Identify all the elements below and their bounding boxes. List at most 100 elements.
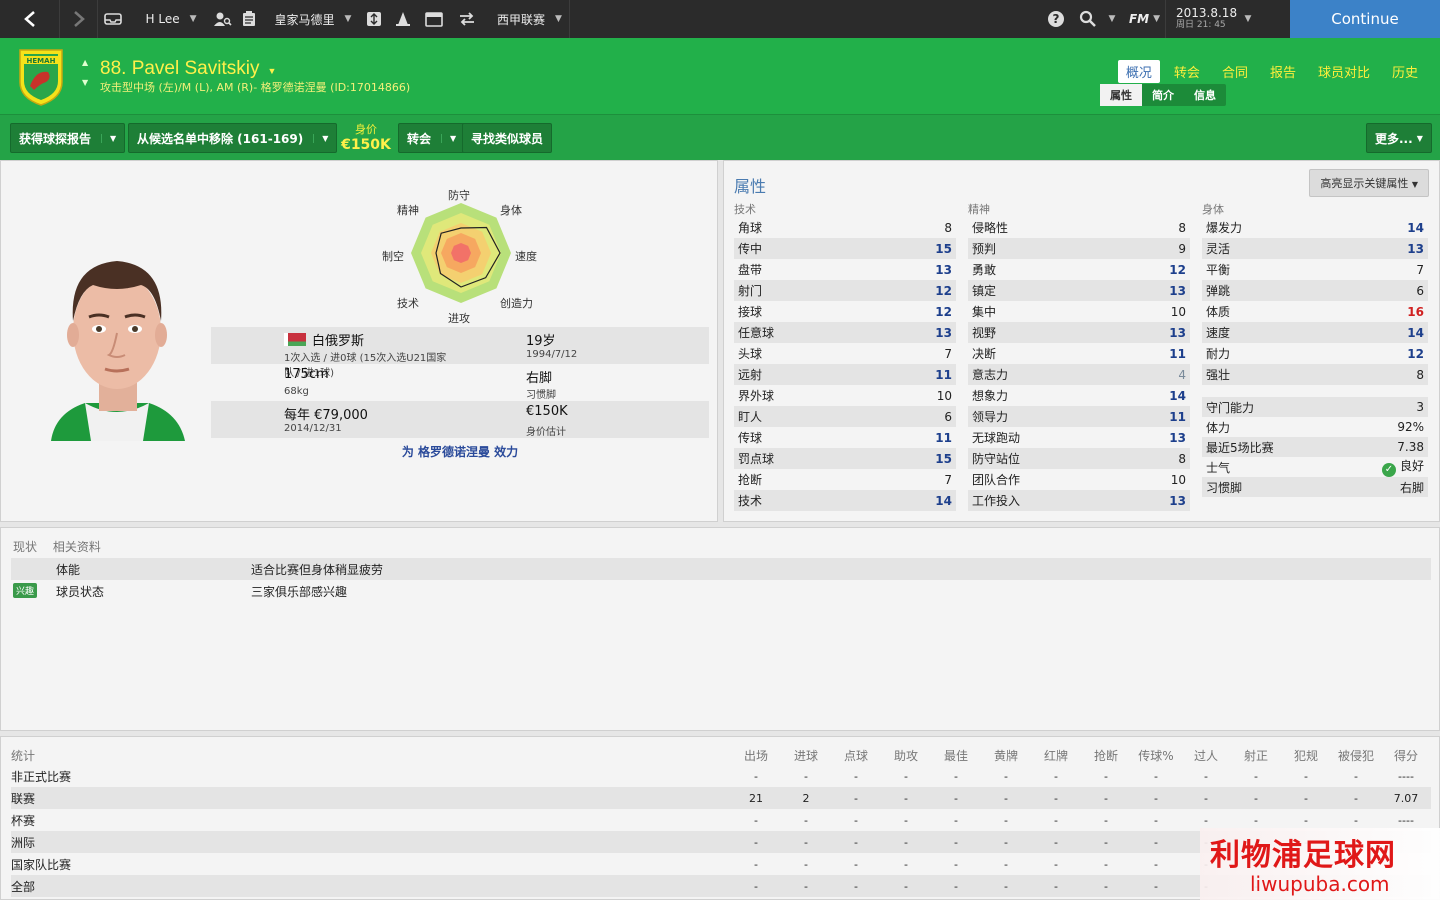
stats-column-header[interactable]: 黄牌: [981, 745, 1031, 765]
stats-column-header[interactable]: 过人: [1181, 745, 1231, 765]
transfers-button[interactable]: [450, 0, 484, 38]
tab-transfer[interactable]: 转会: [1166, 60, 1208, 83]
attribute-row[interactable]: 任意球 13: [734, 322, 956, 343]
attribute-row[interactable]: 决断 11: [968, 343, 1190, 364]
attribute-row[interactable]: 盯人 6: [734, 406, 956, 427]
subtab-attributes[interactable]: 属性: [1100, 84, 1142, 106]
scout-report-button[interactable]: 获得球探报告 ▼: [10, 123, 126, 153]
attribute-name: 防守站位: [972, 452, 1021, 466]
attribute-row[interactable]: 体质 16: [1202, 301, 1428, 322]
search-dropdown[interactable]: ▼: [1104, 0, 1120, 38]
info-row[interactable]: 体力 92%: [1202, 417, 1428, 437]
more-button[interactable]: 更多... ▼: [1366, 123, 1432, 153]
clipboard-button[interactable]: [238, 0, 260, 38]
chevron-down-icon[interactable]: ▼: [267, 66, 276, 76]
attribute-row[interactable]: 无球跑动 13: [968, 427, 1190, 448]
info-row[interactable]: 习惯脚 右脚: [1202, 477, 1428, 497]
transfer-button[interactable]: 转会 ▼: [398, 123, 466, 153]
prev-player-button[interactable]: ▲: [82, 58, 88, 67]
fm-menu[interactable]: FM ▼: [1120, 0, 1166, 38]
help-button[interactable]: ?: [1040, 0, 1072, 38]
attribute-row[interactable]: 灵活 13: [1202, 238, 1428, 259]
attribute-row[interactable]: 耐力 12: [1202, 343, 1428, 364]
calendar-button[interactable]: [418, 0, 450, 38]
attribute-row[interactable]: 弹跳 6: [1202, 280, 1428, 301]
tab-status[interactable]: 现状: [13, 540, 37, 554]
attribute-row[interactable]: 侵略性 8: [968, 217, 1190, 238]
attribute-row[interactable]: 爆发力 14: [1202, 217, 1428, 238]
tab-compare[interactable]: 球员对比: [1310, 60, 1378, 83]
manager-menu[interactable]: H Lee ▼: [128, 0, 208, 38]
attribute-row[interactable]: 头球 7: [734, 343, 956, 364]
plays-for-link[interactable]: 为 格罗德诺涅曼 效力: [211, 443, 709, 460]
club-menu[interactable]: 皇家马德里 ▼: [260, 0, 360, 38]
attribute-row[interactable]: 远射 11: [734, 364, 956, 385]
stats-column-header[interactable]: 红牌: [1031, 745, 1081, 765]
stats-column-header[interactable]: 助攻: [881, 745, 931, 765]
shortlist-button[interactable]: 从候选名单中移除 (161-169) ▼: [128, 123, 338, 153]
attribute-row[interactable]: 射门 12: [734, 280, 956, 301]
attribute-row[interactable]: 意志力 4: [968, 364, 1190, 385]
attribute-row[interactable]: 团队合作 10: [968, 469, 1190, 490]
stats-column-header[interactable]: 犯规: [1281, 745, 1331, 765]
subtab-info[interactable]: 信息: [1184, 84, 1226, 106]
attribute-row[interactable]: 速度 14: [1202, 322, 1428, 343]
attribute-row[interactable]: 想象力 14: [968, 385, 1190, 406]
scouting-button[interactable]: [208, 0, 238, 38]
attribute-name: 工作投入: [972, 494, 1021, 508]
info-row[interactable]: 士气 ✓ 良好: [1202, 457, 1428, 477]
continue-button[interactable]: Continue: [1290, 0, 1440, 38]
attribute-row[interactable]: 罚点球 15: [734, 448, 956, 469]
attribute-value: 14: [1169, 388, 1186, 403]
tactics-button[interactable]: [360, 0, 388, 38]
attribute-name: 远射: [738, 368, 763, 382]
attribute-row[interactable]: 镇定 13: [968, 280, 1190, 301]
tab-history[interactable]: 历史: [1384, 60, 1426, 83]
attribute-row[interactable]: 角球 8: [734, 217, 956, 238]
inbox-button[interactable]: [98, 0, 128, 38]
attribute-row[interactable]: 工作投入 13: [968, 490, 1190, 511]
attribute-row[interactable]: 预判 9: [968, 238, 1190, 259]
attribute-value: 13: [1169, 325, 1186, 340]
attribute-row[interactable]: 抢断 7: [734, 469, 956, 490]
tab-related[interactable]: 相关资料: [53, 540, 101, 554]
stats-column-header[interactable]: 得分: [1381, 745, 1431, 765]
stats-column-header[interactable]: 进球: [781, 745, 831, 765]
attribute-row[interactable]: 传球 11: [734, 427, 956, 448]
stats-column-header[interactable]: 点球: [831, 745, 881, 765]
stats-column-header[interactable]: 射正: [1231, 745, 1281, 765]
attribute-row[interactable]: 强壮 8: [1202, 364, 1428, 385]
next-player-button[interactable]: ▼: [82, 78, 88, 87]
attribute-row[interactable]: 平衡 7: [1202, 259, 1428, 280]
attribute-row[interactable]: 盘带 13: [734, 259, 956, 280]
subtab-profile[interactable]: 简介: [1142, 84, 1184, 106]
info-row[interactable]: 最近5场比赛 7.38: [1202, 437, 1428, 457]
tab-overview[interactable]: 概况: [1117, 60, 1160, 83]
tab-reports[interactable]: 报告: [1262, 60, 1304, 83]
stats-column-header[interactable]: 被侵犯: [1331, 745, 1381, 765]
attribute-row[interactable]: 领导力 11: [968, 406, 1190, 427]
stats-row: 非正式比赛 - - - - - - - - - - - - - ----: [11, 765, 1431, 787]
attribute-row[interactable]: 接球 12: [734, 301, 956, 322]
back-button[interactable]: [0, 0, 60, 38]
stats-column-header[interactable]: 传球%: [1131, 745, 1181, 765]
highlight-key-attributes-button[interactable]: 高亮显示关键属性 ▼: [1309, 169, 1429, 197]
attribute-row[interactable]: 视野 13: [968, 322, 1190, 343]
attribute-row[interactable]: 传中 15: [734, 238, 956, 259]
search-button[interactable]: [1072, 0, 1104, 38]
attribute-row[interactable]: 勇敢 12: [968, 259, 1190, 280]
training-button[interactable]: [388, 0, 418, 38]
stats-column-header[interactable]: 出场: [731, 745, 781, 765]
competition-menu[interactable]: 西甲联赛 ▼: [484, 0, 570, 38]
info-row[interactable]: 守门能力 3: [1202, 397, 1428, 417]
tab-contract[interactable]: 合同: [1214, 60, 1256, 83]
forward-button[interactable]: [60, 0, 98, 38]
stats-column-header[interactable]: 抢断: [1081, 745, 1131, 765]
attribute-row[interactable]: 防守站位 8: [968, 448, 1190, 469]
attribute-row[interactable]: 集中 10: [968, 301, 1190, 322]
attribute-row[interactable]: 界外球 10: [734, 385, 956, 406]
stats-column-header[interactable]: 最佳: [931, 745, 981, 765]
calendar-icon: [425, 12, 443, 27]
find-similar-button[interactable]: 寻找类似球员: [462, 123, 553, 153]
attribute-row[interactable]: 技术 14: [734, 490, 956, 511]
